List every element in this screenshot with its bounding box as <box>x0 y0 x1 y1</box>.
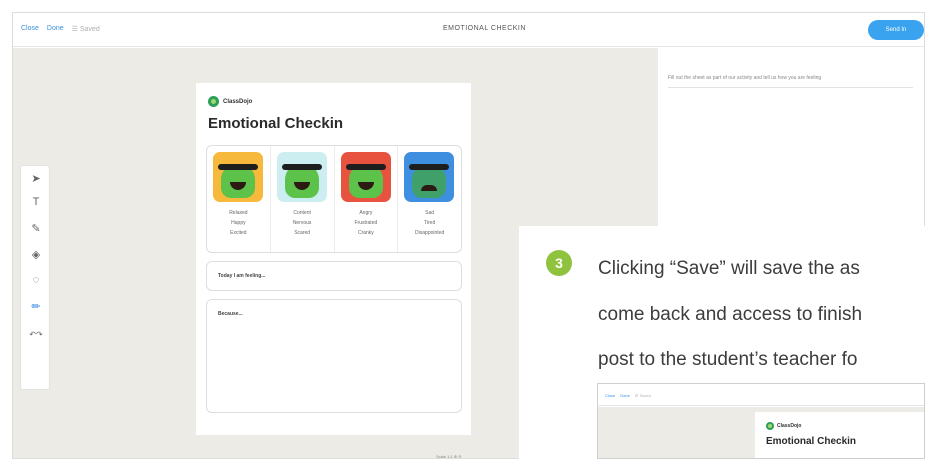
pen-icon[interactable]: ✎ <box>21 222 51 235</box>
undo-redo-icon[interactable]: ↶↷ <box>21 330 51 339</box>
step-number-badge: 3 <box>546 250 572 276</box>
happy-monster-icon <box>213 152 263 202</box>
emotion-option-happy[interactable]: Relaxed Happy Excited <box>207 146 271 252</box>
step-instruction-overlay: 3 Clicking “Save” will save the as come … <box>519 226 925 459</box>
emotion-label: Relaxed Happy Excited <box>229 210 248 236</box>
tutorial-screenshot: Close Done ☰ Saved EMOTIONAL CHECKIN Sen… <box>0 0 925 459</box>
worksheet-title: Emotional Checkin <box>208 115 344 132</box>
classdojo-logo-icon <box>766 422 774 430</box>
text-tool-icon[interactable]: T <box>21 196 51 208</box>
saved-status: ☰ Saved <box>71 26 100 33</box>
thumb-done-link: Done <box>620 393 630 398</box>
zoom-controls[interactable]: Scale 1:1 ⊕ ⊖ <box>436 454 462 458</box>
because-field[interactable]: Because... <box>206 299 462 413</box>
emotion-label: Sad Tired Disappointed <box>415 210 445 236</box>
emotion-option-sad[interactable]: Sad Tired Disappointed <box>398 146 461 252</box>
feeling-field[interactable]: Today I am feeling... <box>206 261 462 291</box>
done-link[interactable]: Done <box>47 25 64 33</box>
emotion-label: Angry Frustrated Cranky <box>354 210 378 236</box>
app-toolbar: Close Done ☰ Saved EMOTIONAL CHECKIN Sen… <box>13 13 924 47</box>
thumb-saved-status: ☰ Saved <box>634 393 651 398</box>
feeling-prompt: Today I am feeling... <box>218 273 266 279</box>
tool-palette: ➤ T ✎ ◈ ◌ ✏ ↶↷ <box>20 165 50 390</box>
emotion-grid: Relaxed Happy Excited Content Nervous Sc… <box>206 145 462 253</box>
brand-name: ClassDojo <box>223 98 253 105</box>
angry-monster-icon <box>340 152 391 202</box>
assignment-instruction: Fill out the sheet as part of our activi… <box>668 75 913 88</box>
content-monster-icon <box>276 152 327 202</box>
toolbar-links: Close Done ☰ Saved <box>21 25 100 33</box>
thumbnail-toolbar: Close Done ☰ Saved <box>598 384 924 406</box>
thumb-brand-name: ClassDojo <box>777 423 802 429</box>
color-picker-icon[interactable]: ✏ <box>21 300 51 313</box>
emotion-label: Content Nervous Scared <box>292 210 312 236</box>
instruction-line-3: post to the student’s teacher fo <box>598 349 858 370</box>
send-in-button[interactable]: Send In <box>868 20 924 40</box>
pointer-icon[interactable]: ➤ <box>21 172 51 185</box>
document-title: EMOTIONAL CHECKIN <box>443 25 526 32</box>
preview-thumbnail: Close Done ☰ Saved ClassDojo Emotional C… <box>597 383 925 459</box>
eraser-icon[interactable]: ◈ <box>21 248 51 261</box>
shape-icon[interactable]: ◌ <box>21 274 51 286</box>
thumbnail-worksheet: ClassDojo Emotional Checkin <box>755 412 924 458</box>
emotion-option-angry[interactable]: Angry Frustrated Cranky <box>335 146 399 252</box>
instruction-line-1: Clicking “Save” will save the as <box>598 258 860 279</box>
instruction-line-2: come back and access to finish <box>598 304 863 325</box>
brand-logo: ClassDojo <box>208 96 252 107</box>
because-prompt: Because... <box>218 311 243 317</box>
classdojo-logo-icon <box>208 96 219 107</box>
thumb-worksheet-title: Emotional Checkin <box>766 436 857 447</box>
close-link[interactable]: Close <box>21 25 39 33</box>
thumb-close-link: Close <box>605 393 616 398</box>
worksheet-card: ClassDojo Emotional Checkin Relaxed Happ… <box>196 83 471 435</box>
sad-monster-icon <box>404 152 455 202</box>
emotion-option-content[interactable]: Content Nervous Scared <box>271 146 335 252</box>
